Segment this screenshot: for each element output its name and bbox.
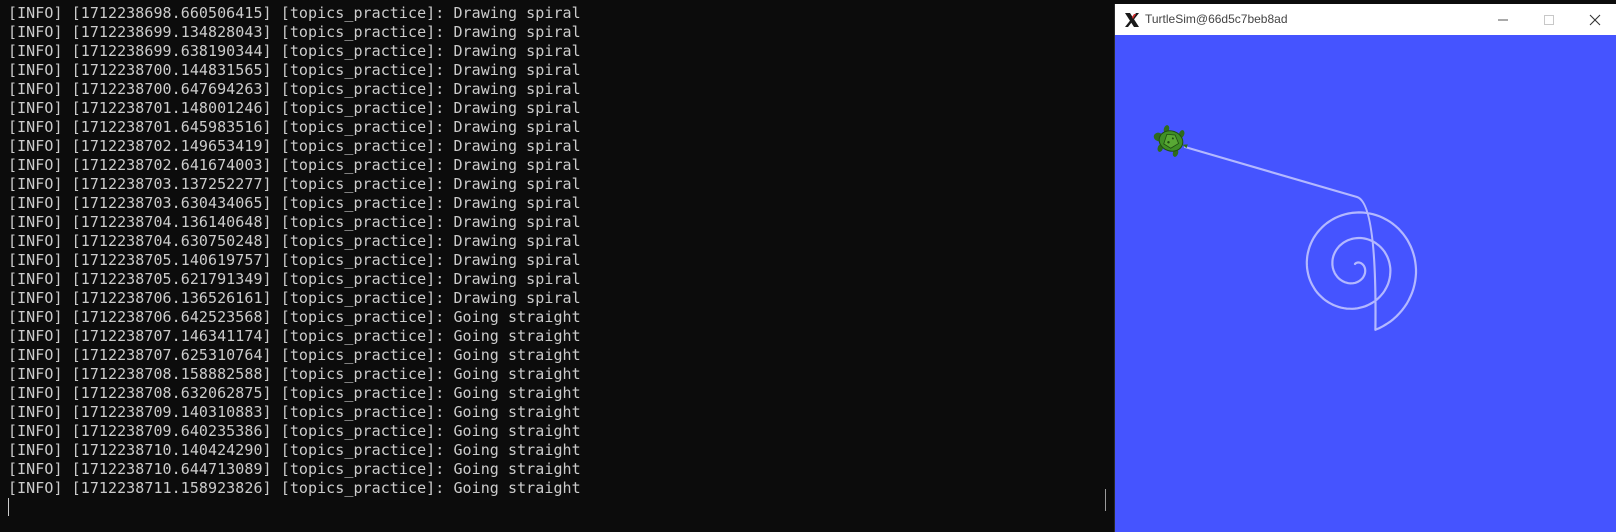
log-line: [INFO] [1712238702.149653419] [topics_pr… (8, 137, 581, 155)
log-line: [INFO] [1712238710.644713089] [topics_pr… (8, 460, 581, 478)
turtle-drawing (1153, 125, 1418, 331)
log-line: [INFO] [1712238706.136526161] [topics_pr… (8, 289, 581, 307)
log-output: [INFO] [1712238698.660506415] [topics_pr… (8, 4, 581, 498)
turtle-canvas (1115, 35, 1616, 532)
turtlesim-window[interactable]: TurtleSim@66d5c7beb8ad (1114, 4, 1616, 532)
close-icon (1589, 14, 1601, 26)
log-line: [INFO] [1712238699.134828043] [topics_pr… (8, 23, 581, 41)
x-window-system-icon (1125, 13, 1139, 27)
log-line: [INFO] [1712238705.140619757] [topics_pr… (8, 251, 581, 269)
log-line: [INFO] [1712238711.158923826] [topics_pr… (8, 479, 581, 497)
log-line: [INFO] [1712238704.136140648] [topics_pr… (8, 213, 581, 231)
log-line: [INFO] [1712238708.158882588] [topics_pr… (8, 365, 581, 383)
log-line: [INFO] [1712238707.625310764] [topics_pr… (8, 346, 581, 364)
window-title: TurtleSim@66d5c7beb8ad (1145, 12, 1288, 26)
log-line: [INFO] [1712238709.640235386] [topics_pr… (8, 422, 581, 440)
log-line: [INFO] [1712238704.630750248] [topics_pr… (8, 232, 581, 250)
log-line: [INFO] [1712238700.647694263] [topics_pr… (8, 80, 581, 98)
close-button[interactable] (1571, 4, 1616, 35)
log-line: [INFO] [1712238707.146341174] [topics_pr… (8, 327, 581, 345)
log-line: [INFO] [1712238702.641674003] [topics_pr… (8, 156, 581, 174)
log-line: [INFO] [1712238703.137252277] [topics_pr… (8, 175, 581, 193)
terminal-scrollbar[interactable] (1105, 489, 1106, 511)
desktop: [INFO] [1712238698.660506415] [topics_pr… (0, 0, 1616, 532)
log-line: [INFO] [1712238701.645983516] [topics_pr… (8, 118, 581, 136)
minimize-icon (1498, 19, 1508, 21)
log-line: [INFO] [1712238703.630434065] [topics_pr… (8, 194, 581, 212)
log-line: [INFO] [1712238699.638190344] [topics_pr… (8, 42, 581, 60)
log-line: [INFO] [1712238700.144831565] [topics_pr… (8, 61, 581, 79)
terminal-window[interactable]: [INFO] [1712238698.660506415] [topics_pr… (0, 0, 1114, 532)
minimize-button[interactable] (1479, 4, 1525, 35)
titlebar[interactable]: TurtleSim@66d5c7beb8ad (1115, 4, 1616, 36)
text-cursor (8, 498, 9, 516)
maximize-button[interactable] (1525, 4, 1571, 35)
log-line: [INFO] [1712238705.621791349] [topics_pr… (8, 270, 581, 288)
log-line: [INFO] [1712238706.642523568] [topics_pr… (8, 308, 581, 326)
turtle-path (1183, 145, 1418, 331)
log-line: [INFO] [1712238701.148001246] [topics_pr… (8, 99, 581, 117)
log-line: [INFO] [1712238698.660506415] [topics_pr… (8, 4, 581, 22)
maximize-icon (1544, 15, 1554, 25)
log-line: [INFO] [1712238709.140310883] [topics_pr… (8, 403, 581, 421)
log-line: [INFO] [1712238710.140424290] [topics_pr… (8, 441, 581, 459)
turtle-icon (1153, 125, 1188, 157)
log-line: [INFO] [1712238708.632062875] [topics_pr… (8, 384, 581, 402)
